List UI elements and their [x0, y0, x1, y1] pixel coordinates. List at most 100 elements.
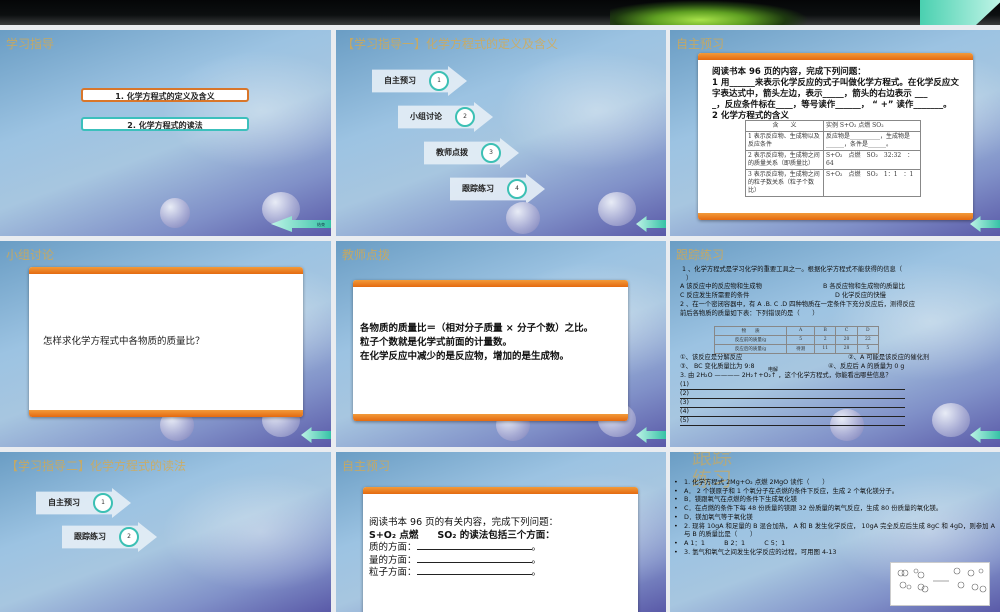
slide-thumbnail-3[interactable]: 自主预习 阅读书本 96 页的内容，完成下列问题： 1 用______来表示化学… — [670, 30, 1000, 236]
table-cell: 反应物是__________，生成物是______，条件是______。 — [823, 131, 921, 151]
table-cell: 待测 — [786, 344, 816, 354]
blank-line: (3) — [680, 399, 905, 408]
slide-title: 小组讨论 — [6, 248, 55, 262]
slide-thumbnail-8[interactable]: 自主预习 阅读书本 96 页的有关内容，完成下列问题： S+O₂ 点燃 SO₂ … — [336, 452, 666, 612]
decor-ball — [506, 202, 540, 234]
table-row: 反应前的质量/g 5 2 20 22 — [713, 335, 880, 345]
table-cell: 反应前的质量/g — [713, 335, 788, 345]
bullet-item: • 3. 氢气和氧气之间发生化学反应的过程，可用图 4-13 — [674, 547, 837, 556]
table-cell: 5 — [856, 344, 880, 354]
slide-title: 【学习指导一】化学方程式的定义及含义 — [342, 37, 559, 51]
table-cell: 11 — [814, 344, 837, 354]
mass-table: 物 质ABCD 反应前的质量/g 5 2 20 22 反应后的质量/g 待测 11 28 5 — [713, 326, 880, 354]
option-1: ①、该反应是分解反应 — [680, 354, 743, 361]
decor-ball — [160, 198, 190, 228]
question-1: 1 用______来表示化学反应的式子叫做化学方程式。在化学反应文字表达式中，箭… — [712, 78, 959, 99]
table-header: D — [856, 326, 880, 336]
step-label: 自主预习 — [384, 76, 416, 85]
content-card: 各物质的质量比＝（相对分子质量 × 分子个数）之比。 粒子个数就是化学式前面的计… — [353, 280, 628, 421]
slide-thumbnail-4[interactable]: 小组讨论 怎样求化学方程式中各物质的质量比？ — [0, 241, 331, 447]
table-header: B — [814, 326, 837, 336]
molecule-diagram-icon — [897, 567, 987, 593]
slide-thumbnail-5[interactable]: 教师点拨 各物质的质量比＝（相对分子质量 × 分子个数）之比。 粒子个数就是化学… — [336, 241, 666, 447]
back-arrow-icon[interactable] — [636, 427, 666, 443]
step-1[interactable]: 自主预习 1 — [372, 66, 467, 96]
slide-thumbnail-9[interactable]: 跟踪练习 • 1. 化学方程式 2Mg+O₂ 点燃 2MgO 读作（ ） • A． … — [670, 452, 1000, 612]
option-2: ②、A 可能是该反应的催化剂 — [848, 354, 930, 361]
option-4: ④、反应后 A 的质量为 0 g — [828, 363, 905, 370]
table-header: 含 义 — [745, 120, 824, 132]
step-label: 教师点拨 — [436, 148, 468, 157]
question-text: 怎样求化学方程式中各物质的质量比？ — [43, 336, 205, 347]
option-a: A 该反应中的反应物和生成物 — [680, 283, 762, 291]
blank-line: (2) — [680, 390, 905, 399]
table-cell: 2 — [814, 335, 837, 345]
slide-thumbnail-7[interactable]: 【学习指导二】化学方程式的读法 自主预习 1 跟踪练习 2 — [0, 452, 331, 612]
table-cell: 1 表示反应物、生成物以及反应条件 — [745, 131, 824, 151]
content-card: 怎样求化学方程式中各物质的质量比？ — [29, 267, 303, 417]
step-1[interactable]: 自主预习 1 — [36, 488, 131, 518]
table-cell: 3 表示反应物，生成物之间的粒子数关系（粒子个数比） — [745, 169, 824, 197]
back-arrow-icon[interactable] — [301, 427, 331, 443]
bullet-item: • B．镁跟氧气在点燃的条件下生成氧化镁 — [674, 495, 798, 504]
toc-item-1[interactable]: 1. 化学方程式的定义及含义 — [81, 88, 249, 102]
reaction-diagram — [890, 562, 990, 606]
option-b: B 各反应物和生成物的质量比 — [823, 283, 905, 291]
question-3: 3. 由 2H₂O ———— 2H₂↑+O₂↑ ，这个化学方程式，你能看出哪些信… — [680, 372, 892, 379]
field-particle: 粒子方面：。 — [369, 567, 542, 578]
question-1: 1 、化学方程式是学习化学的重要工具之一。根据化学方程式不能获得的信息（ — [682, 266, 903, 273]
leaves-image — [610, 0, 810, 25]
option-3: ③、 BC 变化质量比为 9:8 — [680, 363, 755, 370]
slide-thumbnail-2[interactable]: 【学习指导一】化学方程式的定义及含义 自主预习 1 小组讨论 2 教师点拨 3 跟踪练… — [336, 30, 666, 236]
glow — [161, 472, 331, 592]
table-header: 物 质 — [713, 326, 788, 336]
back-arrow-icon[interactable] — [970, 216, 1000, 232]
step-number: 3 — [481, 143, 501, 163]
previous-row-strip — [0, 0, 1000, 25]
table-row: 3 表示反应物，生成物之间的粒子数关系（粒子个数比） S+O₂ 点燃 SO₂ 1：… — [745, 169, 921, 197]
slide-thumbnail-6[interactable]: 跟踪练习 1 、化学方程式是学习化学的重要工具之一。根据化学方程式不能获得的信息… — [670, 241, 1000, 447]
slide-title: 学习指导 — [6, 37, 55, 51]
slide-thumbnail-1[interactable]: 学习指导 1. 化学方程式的定义及含义 2. 化学方程式的读法 结束 — [0, 30, 331, 236]
table-row: 2 表示反应物，生成物之间的质量关系（即质量比） S+O₂ 点燃 SO₂ 32:3… — [745, 150, 921, 170]
step-4[interactable]: 跟踪练习 4 — [450, 174, 545, 204]
table-cell: S+O₂ 点燃 SO₂ 32:32 ： 64 — [823, 150, 921, 170]
intro-line: 阅读书本 96 页的内容，完成下列问题： — [712, 67, 866, 77]
slide-title: 【学习指导二】化学方程式的读法 — [6, 459, 187, 473]
step-number: 1 — [93, 493, 113, 513]
step-number: 4 — [507, 179, 527, 199]
step-label: 自主预习 — [48, 498, 80, 507]
step-2[interactable]: 跟踪练习 2 — [62, 522, 157, 552]
step-number: 2 — [119, 527, 139, 547]
meaning-table: 含 义实例 S+O₂ 点燃 SO₂ 1 表示反应物、生成物以及反应条件 反应物是_… — [745, 120, 921, 197]
glow — [161, 50, 331, 170]
back-arrow-icon[interactable] — [636, 216, 666, 232]
slide-title: 自主预习 — [342, 459, 391, 473]
table-row: 反应后的质量/g 待测 11 28 5 — [713, 344, 880, 354]
back-arrow-icon[interactable] — [970, 427, 1000, 443]
table-cell: 22 — [856, 335, 880, 345]
question-2: 2 、在一个密闭容器中，有 A .B. C .D 四种物质在一定条件下充分反应后… — [680, 301, 916, 309]
bullet-item: • D．镁加氧气等于氧化镁 — [674, 512, 753, 521]
table-cell: 2 表示反应物，生成物之间的质量关系（即质量比） — [745, 150, 824, 170]
slide-title: 跟踪练习 — [676, 248, 725, 262]
step-3[interactable]: 教师点拨 3 — [424, 138, 519, 168]
toc-item-2[interactable]: 2. 化学方程式的读法 — [81, 117, 249, 131]
table-cell: 20 — [835, 335, 858, 345]
step-2[interactable]: 小组讨论 2 — [398, 102, 493, 132]
field-quality: 质的方面：。 — [369, 542, 542, 553]
bullet-item: • C．在点燃的条件下每 48 份质量的镁跟 32 份质量的氧气反应，生成 80 … — [674, 504, 943, 513]
content-card: 阅读书本 96 页的内容，完成下列问题： 1 用______来表示化学反应的式子… — [698, 53, 973, 220]
step-label: 跟踪练习 — [462, 184, 494, 193]
step-label: 跟踪练习 — [74, 532, 106, 541]
question-1-cont: _，反应条件标在____，等号读作______， “ +” 读作_______。 — [712, 100, 952, 110]
bullet-item: • 1. 化学方程式 2Mg+O₂ 点燃 2MgO 读作（ ） — [674, 478, 829, 486]
field-quantity: 量的方面：。 — [369, 554, 542, 566]
step-label: 小组讨论 — [410, 112, 442, 121]
explanation-line: 在化学反应中减少的是反应物，增加的是生成物。 — [360, 351, 570, 362]
content-card: 阅读书本 96 页的有关内容，完成下列问题： S+O₂ 点燃 SO₂ 的读法包括… — [363, 487, 638, 612]
equation-line: S+O₂ 点燃 SO₂ 的读法包括三个方面： — [369, 529, 555, 541]
end-label[interactable]: 结束 — [317, 222, 325, 228]
question-2-cont: 前后各物质的质量如下表：下列错误的是（ ） — [680, 309, 819, 317]
slide-title: 教师点拨 — [342, 248, 391, 262]
